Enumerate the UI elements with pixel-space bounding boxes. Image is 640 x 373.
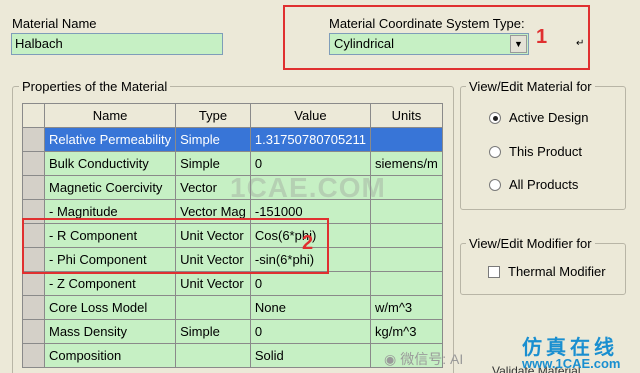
cell-type[interactable] [175,343,251,368]
row-selector[interactable] [22,271,45,296]
row-selector[interactable] [22,151,45,176]
cell-units[interactable]: kg/m^3 [369,319,443,344]
wechat-watermark: ◉ 微信号: AI [384,350,464,368]
cell-units[interactable] [369,247,443,272]
row-selector[interactable] [22,319,45,344]
thermal-modifier-checkbox[interactable]: Thermal Modifier [488,264,606,279]
wechat-icon: ◉ [384,350,397,367]
properties-group-title: Properties of the Material [19,79,171,94]
cell-name[interactable]: Relative Permeability [43,127,177,152]
cell-name[interactable]: Mass Density [43,319,177,344]
column-header-units[interactable]: Units [369,103,443,128]
row-selector[interactable] [22,127,45,152]
radio-unselected-icon[interactable] [489,178,501,191]
cell-value[interactable]: None [249,295,371,320]
cell-name[interactable]: Magnetic Coercivity [43,175,177,200]
cell-units[interactable] [369,127,443,152]
thermal-modifier-label: Thermal Modifier [508,264,606,279]
annotation-number-2: 2 [302,232,314,254]
view-edit-modifier-title: View/Edit Modifier for [466,236,595,251]
cell-value[interactable]: 1.31750780705211 [249,127,371,152]
checkbox-icon[interactable] [488,265,500,278]
row-selector[interactable] [22,295,45,320]
table-row[interactable]: Mass Density Simple 0 kg/m^3 [22,319,443,344]
cell-units[interactable] [369,271,443,296]
table-row[interactable]: Relative Permeability Simple 1.317507807… [22,127,443,152]
radio-active-design[interactable]: Active Design [489,110,588,125]
cell-name[interactable]: Bulk Conductivity [43,151,177,176]
cell-type[interactable]: Unit Vector [175,271,251,296]
cell-name[interactable]: - Z Component [43,271,177,296]
radio-label: This Product [509,144,582,159]
column-header-name[interactable]: Name [43,103,177,128]
radio-unselected-icon[interactable] [489,145,501,158]
column-header-value[interactable]: Value [249,103,371,128]
row-selector[interactable] [22,175,45,200]
cell-value[interactable]: Solid [249,343,371,368]
radio-label: Active Design [509,110,589,125]
material-name-label: Material Name [12,16,97,31]
cell-type[interactable] [175,295,251,320]
cell-value[interactable]: 0 [249,271,371,296]
row-selector[interactable] [22,343,45,368]
table-header-row: Name Type Value Units [22,103,443,128]
table-row[interactable]: - Z Component Unit Vector 0 [22,271,443,296]
material-name-input[interactable]: Halbach [11,33,223,55]
column-header-type[interactable]: Type [175,103,251,128]
watermark-text: 1CAE.COM [230,172,386,203]
cell-name[interactable]: Core Loss Model [43,295,177,320]
annotation-number-1: 1 [536,26,548,48]
view-edit-material-title: View/Edit Material for [466,79,595,94]
radio-all-products[interactable]: All Products [489,177,578,192]
cell-units[interactable] [369,223,443,248]
cell-name[interactable]: Composition [43,343,177,368]
radio-this-product[interactable]: This Product [489,144,582,159]
cell-type[interactable]: Simple [175,127,251,152]
site-watermark-url: www.1CAE.com [522,356,621,371]
radio-label: All Products [509,177,579,192]
cell-value[interactable]: 0 [249,319,371,344]
annotation-box-2 [22,218,329,274]
row-selector-header [22,103,45,128]
table-row[interactable]: Composition Solid [22,343,443,368]
cell-units[interactable]: w/m^3 [369,295,443,320]
radio-selected-icon[interactable] [489,111,501,124]
cell-type[interactable]: Simple [175,319,251,344]
table-row[interactable]: Core Loss Model None w/m^3 [22,295,443,320]
